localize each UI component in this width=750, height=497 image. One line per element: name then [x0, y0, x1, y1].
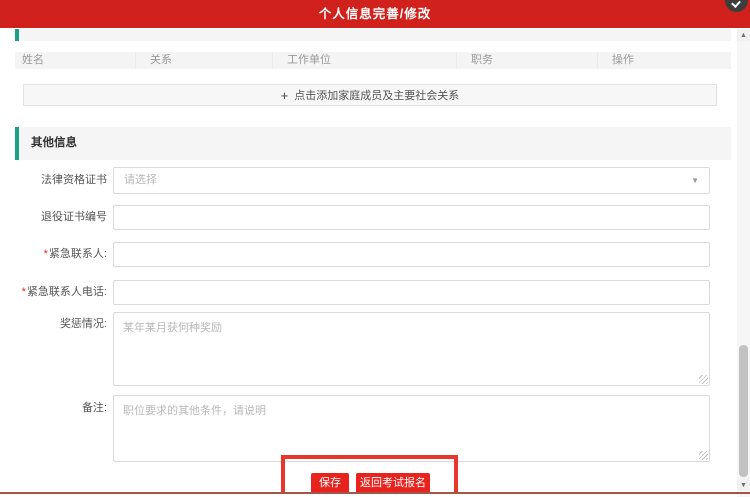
family-section-stub	[15, 29, 731, 41]
remarks-label: 备注:	[0, 401, 107, 415]
scroll-down-button[interactable]: ▼	[737, 479, 750, 491]
emergency-contact-label: *紧急联系人:	[0, 242, 107, 267]
column-header-position: 职务	[457, 52, 598, 69]
scroll-up-button[interactable]: ▲	[737, 29, 750, 41]
legal-cert-selected-value: 请选择	[124, 174, 157, 186]
resize-handle[interactable]	[699, 375, 708, 384]
page-title: 个人信息完善/修改	[0, 0, 750, 28]
section-header-other-info: 其他信息	[15, 127, 731, 160]
add-family-member-button[interactable]: + 点击添加家庭成员及主要社会关系	[23, 84, 717, 106]
add-family-member-label: 点击添加家庭成员及主要社会关系	[294, 87, 459, 103]
back-to-exam-registration-button[interactable]: 返回考试报名	[356, 473, 430, 493]
arrow-glyph-icon	[731, 0, 741, 8]
personal-info-page: 个人信息完善/修改 姓名 关系 工作单位 职务 操作 + 点击添加家庭成员及主要…	[0, 0, 750, 497]
chevron-down-icon: ▼	[691, 168, 699, 193]
legal-cert-select[interactable]: 请选择 ▼	[113, 167, 710, 194]
remarks-textarea[interactable]	[113, 395, 710, 462]
veteran-cert-input[interactable]	[113, 205, 710, 230]
required-asterisk: *	[44, 248, 48, 260]
column-header-workunit: 工作单位	[273, 52, 457, 69]
save-button[interactable]: 保存	[311, 473, 349, 493]
rewards-label: 奖惩情况:	[0, 317, 107, 331]
emergency-phone-label: *紧急联系人电话:	[0, 280, 107, 305]
veteran-cert-label: 退役证书编号	[0, 205, 107, 230]
bottom-red-line	[0, 492, 750, 494]
plus-icon: +	[281, 88, 289, 103]
remarks-field	[113, 395, 710, 462]
required-asterisk: *	[22, 286, 26, 298]
column-header-relation: 关系	[136, 52, 273, 69]
rewards-field	[113, 312, 710, 386]
resize-handle[interactable]	[699, 451, 708, 460]
rewards-textarea[interactable]	[113, 312, 710, 386]
section-title: 其他信息	[31, 137, 77, 149]
emergency-contact-input[interactable]	[113, 242, 710, 267]
family-table-header: 姓名 关系 工作单位 职务 操作	[15, 52, 731, 69]
scrollbar-thumb[interactable]	[739, 345, 748, 477]
title-bar: 个人信息完善/修改	[0, 0, 750, 28]
legal-cert-label: 法律资格证书	[0, 167, 107, 194]
emergency-phone-input[interactable]	[113, 280, 710, 305]
column-header-operation: 操作	[598, 52, 731, 69]
column-header-name: 姓名	[15, 52, 136, 69]
